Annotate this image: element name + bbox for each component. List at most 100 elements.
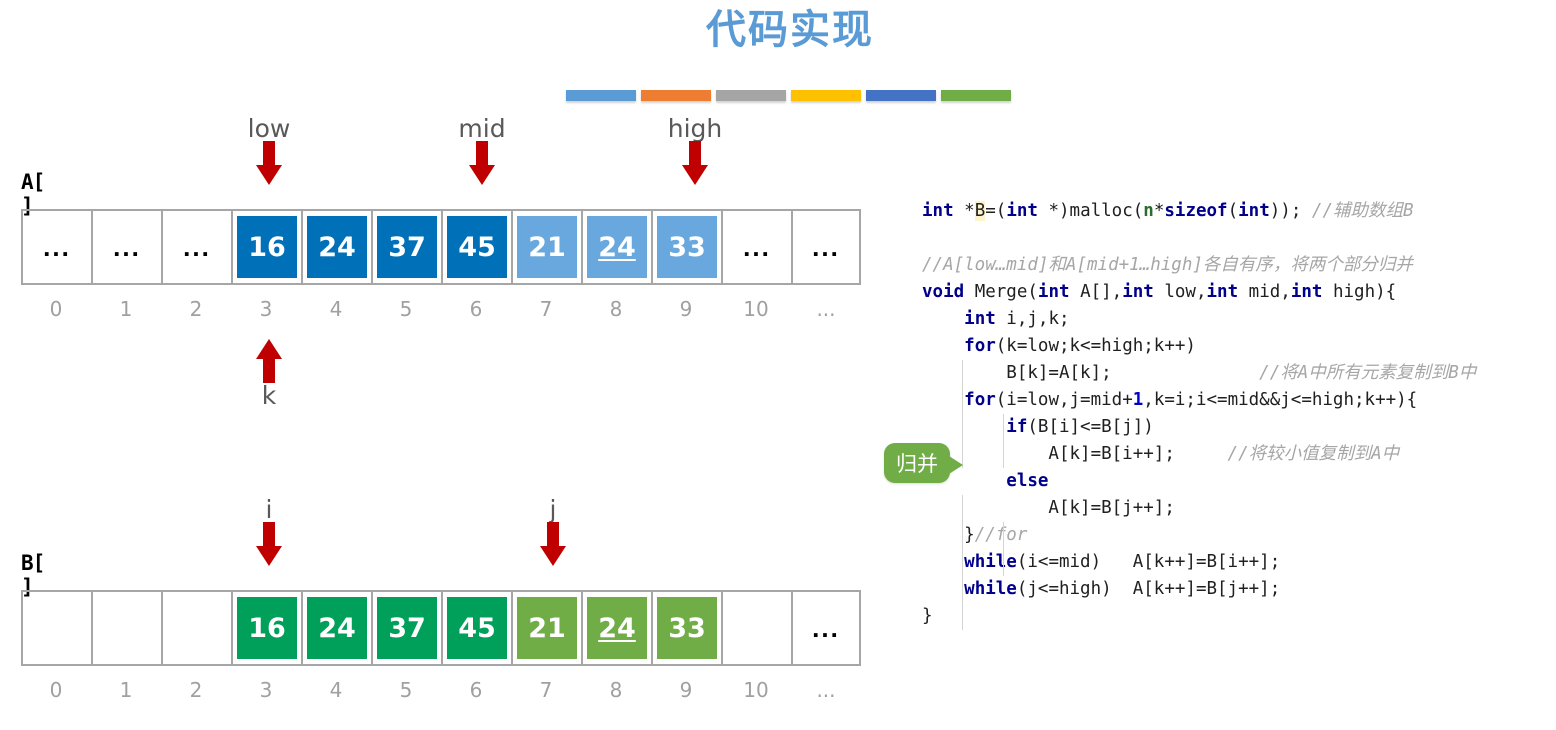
page-title: 代码实现 — [706, 7, 874, 53]
array-cell: 24 — [301, 592, 371, 664]
pointer-marker-low: low — [234, 116, 304, 185]
array-index-label: 6 — [469, 297, 483, 321]
array-cell — [161, 592, 231, 664]
code-line: A[k]=B[j++]; — [922, 498, 1175, 518]
pointer-label: high — [667, 114, 723, 143]
array-index-label: ... — [816, 678, 836, 702]
array-cell: 33 — [651, 211, 721, 283]
array-cell: ... — [161, 211, 231, 283]
array-cell: ... — [791, 211, 861, 283]
array-value-chip: 24 — [587, 216, 647, 278]
array-index-label: 7 — [539, 297, 553, 321]
array-cell: 16 — [231, 211, 301, 283]
bar-green — [941, 90, 1011, 101]
code-line: int i,j,k; — [964, 309, 1070, 329]
array-a-grid: ......... 16 24 37 45 21 24 33...... — [21, 209, 861, 285]
pointer-label: k — [261, 381, 277, 410]
pointer-marker-high: high — [660, 116, 730, 185]
indent-guide — [962, 495, 963, 630]
code-line: //A[low…mid]和A[mid+1…high]各自有序，将两个部分归并 — [922, 255, 1413, 275]
code-line: if(B[i]<=B[j]) — [1006, 417, 1154, 437]
pointer-marker-i: i — [234, 497, 304, 566]
array-b-index-row: 0 1 2 3 4 5 6 7 8 9 10... — [21, 678, 861, 702]
code-line: else — [1006, 471, 1049, 491]
array-value-chip: 24 — [587, 597, 647, 659]
code-line: for(i=low,j=mid+1,k=i;i<=mid&&j<=high;k+… — [964, 390, 1418, 410]
array-index-label: 9 — [679, 297, 693, 321]
array-cell: ... — [791, 592, 861, 664]
pointer-marker-j: j — [518, 497, 588, 566]
ellipsis-text: ... — [812, 231, 840, 262]
bar-yellow — [791, 90, 861, 101]
array-cell: 21 — [511, 592, 581, 664]
code-line: while(i<=mid) A[k++]=B[i++]; — [964, 552, 1281, 572]
arrow-down-icon — [660, 141, 730, 185]
array-cell — [91, 592, 161, 664]
array-cell: 24 — [301, 211, 371, 283]
indent-guide — [962, 360, 963, 468]
array-index-label: 1 — [119, 297, 133, 321]
bar-gray — [716, 90, 786, 101]
array-index-label: 5 — [399, 678, 413, 702]
array-index-label: 4 — [329, 297, 343, 321]
array-value-chip: 37 — [377, 216, 437, 278]
merge-callout-bubble: 归并 — [884, 443, 950, 483]
array-a-index-row: 0 1 2 3 4 5 6 7 8 9 10... — [21, 297, 861, 321]
array-index-label: 3 — [259, 678, 273, 702]
array-value-chip: 24 — [307, 216, 367, 278]
array-index-label: 9 — [679, 678, 693, 702]
array-index-label: 10 — [743, 678, 769, 702]
code-line: B[k]=A[k]; //将A中所有元素复制到B中 — [922, 363, 1477, 383]
title-block: 代码实现 — [560, 6, 1020, 54]
arrow-down-icon — [447, 141, 517, 185]
arrow-down-icon — [234, 522, 304, 566]
ellipsis-text: ... — [743, 231, 771, 262]
array-value-chip: 33 — [657, 216, 717, 278]
code-line: A[k]=B[i++]; //将较小值复制到A中 — [922, 444, 1400, 464]
array-value-chip: 24 — [307, 597, 367, 659]
array-index-label: 8 — [609, 297, 623, 321]
array-value-chip: 16 — [237, 597, 297, 659]
merge-callout-label: 归并 — [896, 452, 938, 476]
array-value-chip: 37 — [377, 597, 437, 659]
array-cell: 33 — [651, 592, 721, 664]
pointer-label: j — [549, 495, 557, 524]
ellipsis-text: ... — [113, 231, 141, 262]
arrow-down-icon — [518, 522, 588, 566]
arrow-up-icon — [234, 339, 304, 383]
array-index-label: 5 — [399, 297, 413, 321]
array-index-label: 3 — [259, 297, 273, 321]
accent-bar-group — [566, 90, 1011, 101]
array-cell: 45 — [441, 211, 511, 283]
array-value-chip: 45 — [447, 597, 507, 659]
code-block: int *B=(int *)malloc(n*sizeof(int)); //辅… — [922, 198, 1476, 630]
bar-orange — [641, 90, 711, 101]
pointer-marker-mid: mid — [447, 116, 517, 185]
array-index-label: 7 — [539, 678, 553, 702]
array-value-chip: 16 — [237, 216, 297, 278]
bar-blue — [566, 90, 636, 101]
merge-callout: 归并 — [884, 443, 963, 483]
pointer-label: i — [265, 495, 273, 524]
ellipsis-text: ... — [812, 612, 840, 643]
array-value-chip: 45 — [447, 216, 507, 278]
code-line: } — [922, 606, 933, 626]
pointer-marker-k: k — [234, 339, 304, 408]
array-cell — [721, 592, 791, 664]
array-b-grid: 16 24 37 45 21 24 33... — [21, 590, 861, 666]
array-cell: 45 — [441, 592, 511, 664]
pointer-label: mid — [458, 114, 506, 143]
array-index-label: 0 — [49, 297, 63, 321]
array-index-label: 0 — [49, 678, 63, 702]
callout-pointer-icon — [949, 456, 963, 474]
array-cell: ... — [91, 211, 161, 283]
array-cell: 24 — [581, 211, 651, 283]
array-cell: 16 — [231, 592, 301, 664]
pointer-label: low — [247, 114, 291, 143]
array-cell: 24 — [581, 592, 651, 664]
array-value-chip: 33 — [657, 597, 717, 659]
array-cell: 37 — [371, 211, 441, 283]
bar-darkblue — [866, 90, 936, 101]
code-line: int *B=(int *)malloc(n*sizeof(int)); //辅… — [922, 201, 1414, 221]
code-line: for(k=low;k<=high;k++) — [964, 336, 1196, 356]
